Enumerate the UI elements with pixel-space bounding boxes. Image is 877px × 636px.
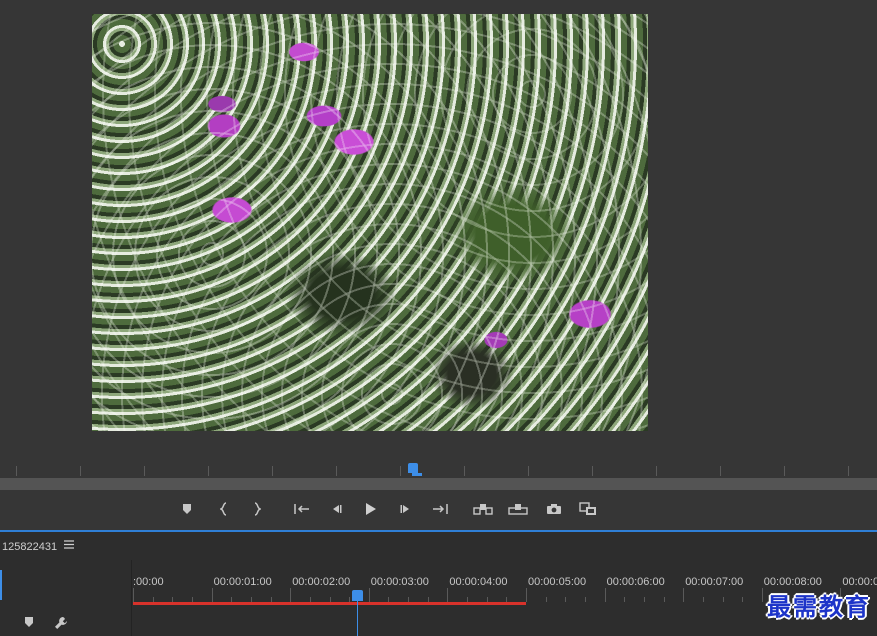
ruler-tick [208, 466, 209, 476]
timeline-playhead-line [357, 600, 358, 636]
timeline-header: 125822431 [0, 532, 877, 560]
ruler-tick [447, 588, 449, 602]
ruler-subtick [742, 597, 744, 602]
transport-controls [0, 490, 877, 530]
timeline-track-header [0, 560, 132, 636]
timecode-label: :00:00 [133, 576, 164, 588]
ruler-tick [526, 588, 527, 602]
ruler-subtick [624, 597, 626, 602]
ruler-subtick [663, 597, 665, 602]
ruler-subtick [722, 597, 724, 602]
ruler-subtick [702, 597, 704, 602]
go-to-in-icon[interactable] [290, 498, 314, 520]
video-preview-frame [92, 14, 648, 431]
video-texture [92, 14, 648, 431]
add-marker-icon[interactable] [175, 498, 199, 520]
ruler-tick [528, 466, 529, 476]
ruler-subtick [584, 597, 586, 602]
render-status-bar [133, 602, 526, 605]
watermark-text: 最需教育 [767, 592, 871, 621]
ruler-tick [848, 466, 849, 476]
ruler-tick [604, 588, 606, 602]
ruler-tick [656, 466, 657, 476]
sequence-tab-label[interactable]: 125822431 [2, 541, 57, 553]
monitor-time-ruler[interactable] [0, 462, 877, 478]
timeline-time-ruler[interactable]: :00:00 00:00:01:00 00:00:02:00 00:00:03:00 0… [133, 560, 877, 608]
ruler-tick [761, 588, 763, 602]
ruler-tick [592, 466, 593, 476]
ruler-tick [720, 466, 721, 476]
timecode-label: 00:00:03:00 [370, 576, 429, 588]
wrench-icon[interactable] [54, 616, 68, 633]
step-back-icon[interactable] [324, 498, 348, 520]
ruler-tick [144, 466, 145, 476]
export-frame-icon[interactable] [542, 498, 566, 520]
ruler-tick [784, 466, 785, 476]
timecode-label: 00:00:02:00 [292, 576, 351, 588]
timecode-label: 00:00:04:00 [449, 576, 508, 588]
timeline-panel: 125822431 :00:00 00:00:01:00 00:00:02:00 00… [0, 532, 877, 636]
mark-in-icon[interactable] [212, 498, 236, 520]
hamburger-menu-icon[interactable] [64, 540, 74, 552]
ruler-subtick [545, 597, 547, 602]
timecode-label: 00:00:07:00 [685, 576, 744, 588]
ruler-tick [272, 466, 273, 476]
compare-view-icon[interactable] [576, 498, 600, 520]
ruler-tick [211, 588, 213, 602]
timecode-label: 00:00:05:00 [528, 576, 587, 588]
ruler-tick [290, 588, 292, 602]
ruler-tick [464, 466, 465, 476]
ruler-tick [133, 588, 134, 602]
insert-icon[interactable] [471, 498, 495, 520]
ruler-subtick [643, 597, 645, 602]
program-monitor [0, 0, 877, 462]
monitor-playhead[interactable] [408, 463, 422, 476]
timeline-playhead[interactable] [352, 590, 363, 601]
step-forward-icon[interactable] [394, 498, 418, 520]
ruler-tick [683, 588, 685, 602]
ruler-tick [368, 588, 370, 602]
ruler-tick [336, 466, 337, 476]
timecode-label: 00:00:01:00 [213, 576, 272, 588]
overwrite-icon[interactable] [506, 498, 530, 520]
monitor-zoom-scrollbar[interactable] [0, 478, 877, 490]
add-marker-icon[interactable] [24, 616, 34, 631]
track-target-indicator [0, 570, 2, 600]
ruler-tick [16, 466, 17, 476]
timecode-label: 00:00:06:00 [606, 576, 665, 588]
ruler-tick [80, 466, 81, 476]
play-icon[interactable] [359, 498, 383, 520]
ruler-tick [400, 466, 401, 476]
go-to-out-icon[interactable] [428, 498, 452, 520]
ruler-subtick [565, 597, 567, 602]
mark-out-icon[interactable] [245, 498, 269, 520]
